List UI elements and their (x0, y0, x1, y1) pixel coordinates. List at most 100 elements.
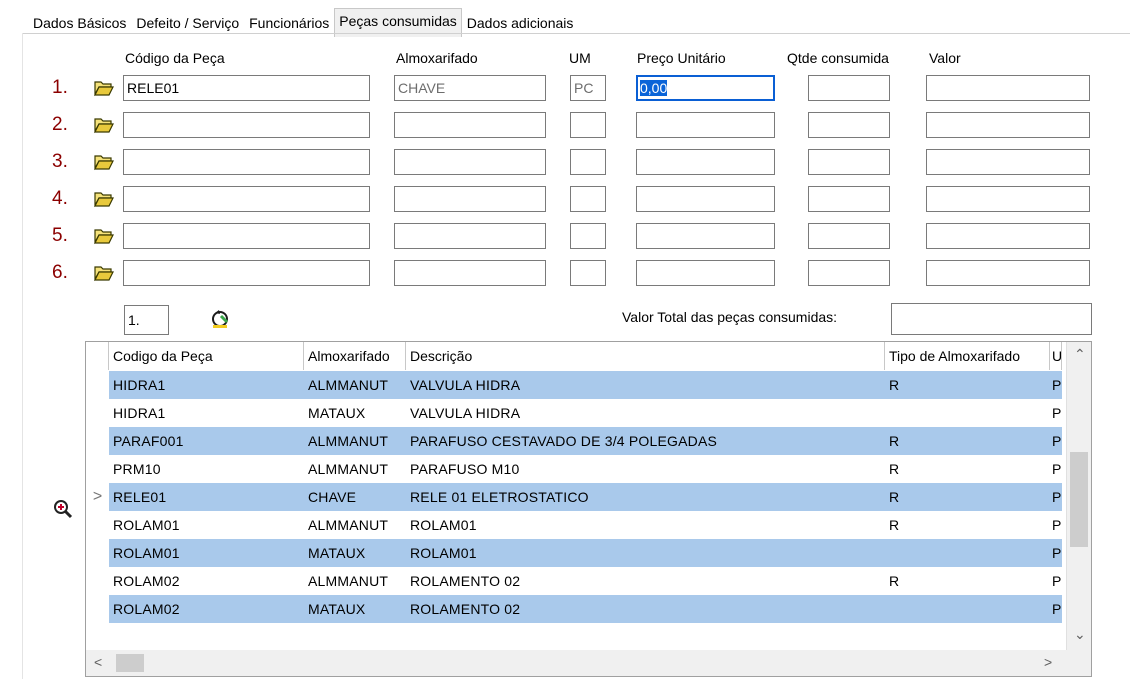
um-field[interactable] (570, 223, 606, 249)
cell-tipo: R (889, 433, 900, 449)
folder-open-icon[interactable] (93, 227, 115, 245)
um-field[interactable] (570, 186, 606, 212)
current-row-indicator: > (86, 483, 109, 511)
table-row[interactable]: > RELE01 CHAVE RELE 01 ELETROSTATICO R P (86, 483, 1062, 511)
cell-almoxarifado: ALMMANUT (308, 517, 389, 533)
qtde-consumida-field[interactable] (808, 186, 890, 212)
valor-field[interactable] (926, 75, 1090, 101)
um-field[interactable] (570, 149, 606, 175)
label-codigo-peca: Código da Peça (125, 50, 225, 66)
qtde-consumida-field[interactable] (808, 112, 890, 138)
cell-u: P (1052, 601, 1062, 617)
vertical-scroll-thumb[interactable] (1070, 452, 1088, 547)
row-indicator (86, 595, 109, 623)
preco-unitario-field[interactable] (636, 149, 775, 175)
zoom-in-icon[interactable] (52, 498, 74, 520)
refresh-icon[interactable] (208, 306, 232, 330)
codigo-peca-field[interactable] (123, 186, 370, 212)
cell-descricao: ROLAM01 (410, 545, 477, 561)
valor-field[interactable] (926, 112, 1090, 138)
preco-unitario-field[interactable] (636, 260, 775, 286)
folder-open-icon[interactable] (93, 79, 115, 97)
table-row[interactable]: ROLAM02 MATAUX ROLAMENTO 02 P (86, 595, 1062, 623)
folder-open-icon[interactable] (93, 264, 115, 282)
grid-header-descricao[interactable]: Descrição (406, 342, 885, 370)
qtde-consumida-field[interactable] (808, 149, 890, 175)
grid-header-tipo-almoxarifado[interactable]: Tipo de Almoxarifado (885, 342, 1050, 370)
qtde-consumida-field[interactable] (808, 75, 890, 101)
preco-unitario-field[interactable] (636, 186, 775, 212)
almoxarifado-field[interactable] (394, 149, 546, 175)
folder-open-icon[interactable] (93, 153, 115, 171)
preco-unitario-field[interactable]: 0,00 (636, 75, 775, 101)
cell-u: P (1052, 433, 1062, 449)
cell-tipo (885, 399, 1050, 427)
cell-almoxarifado: ALMMANUT (308, 573, 389, 589)
cell-almoxarifado: MATAUX (308, 545, 366, 561)
row-indicator (86, 539, 109, 567)
almoxarifado-field[interactable] (394, 223, 546, 249)
cell-descricao: PARAFUSO CESTAVADO DE 3/4 POLEGADAS (410, 433, 718, 449)
qtde-consumida-field[interactable] (808, 223, 890, 249)
scroll-left-arrow-icon[interactable]: < (94, 654, 102, 670)
cell-codigo: PARAF001 (113, 433, 184, 449)
cell-tipo (885, 595, 1050, 623)
valor-field[interactable] (926, 223, 1090, 249)
valor-field[interactable] (926, 260, 1090, 286)
preco-unitario-value: 0,00 (640, 80, 668, 96)
scroll-up-arrow-icon[interactable]: ⌃ (1074, 346, 1086, 363)
label-almoxarifado: Almoxarifado (396, 50, 478, 66)
table-row[interactable]: ROLAM01 MATAUX ROLAM01 P (86, 539, 1062, 567)
cell-almoxarifado: MATAUX (308, 601, 366, 617)
valor-field[interactable] (926, 186, 1090, 212)
codigo-peca-field[interactable]: RELE01 (123, 75, 370, 101)
cell-codigo: ROLAM01 (113, 545, 180, 561)
table-row[interactable]: HIDRA1 MATAUX VALVULA HIDRA P (86, 399, 1062, 427)
almoxarifado-field[interactable] (394, 260, 546, 286)
scroll-down-arrow-icon[interactable]: ⌄ (1074, 626, 1086, 643)
codigo-peca-field[interactable] (123, 112, 370, 138)
row-number: 6. (52, 262, 68, 283)
cell-tipo: R (889, 489, 900, 505)
codigo-peca-field[interactable] (123, 149, 370, 175)
folder-open-icon[interactable] (93, 190, 115, 208)
row-indicator (86, 455, 109, 483)
um-field[interactable] (570, 260, 606, 286)
um-field[interactable] (570, 112, 606, 138)
cell-u: P (1052, 517, 1062, 533)
almoxarifado-field[interactable] (394, 186, 546, 212)
scroll-right-arrow-icon[interactable]: > (1044, 654, 1052, 670)
horizontal-scrollbar[interactable]: < > (86, 650, 1091, 676)
um-field[interactable]: PC (570, 75, 606, 101)
grid-header-codigo[interactable]: Codigo da Peça (109, 342, 304, 370)
row-indicator (86, 371, 109, 399)
vertical-scrollbar[interactable]: ⌃ ⌄ (1066, 342, 1091, 650)
almoxarifado-field[interactable]: CHAVE (394, 75, 546, 101)
preco-unitario-field[interactable] (636, 112, 775, 138)
grid-header-almoxarifado[interactable]: Almoxarifado (304, 342, 406, 370)
folder-open-icon[interactable] (93, 116, 115, 134)
table-row[interactable]: ROLAM02 ALMMANUT ROLAMENTO 02 R P (86, 567, 1062, 595)
tab-divider (22, 33, 1130, 34)
table-row[interactable]: PRM10 ALMMANUT PARAFUSO M10 R P (86, 455, 1062, 483)
cell-u: P (1052, 405, 1062, 421)
almoxarifado-field[interactable] (394, 112, 546, 138)
horizontal-scroll-thumb[interactable] (116, 654, 144, 672)
table-row[interactable]: HIDRA1 ALMMANUT VALVULA HIDRA R P (86, 371, 1062, 399)
preco-unitario-field[interactable] (636, 223, 775, 249)
cell-codigo: HIDRA1 (113, 377, 166, 393)
table-row[interactable]: ROLAM01 ALMMANUT ROLAM01 R P (86, 511, 1062, 539)
grid-header-u[interactable]: U (1050, 342, 1062, 370)
qtde-consumida-field[interactable] (808, 260, 890, 286)
row-number: 1. (52, 77, 68, 98)
codigo-peca-field[interactable] (123, 260, 370, 286)
codigo-peca-field[interactable] (123, 223, 370, 249)
cell-tipo: R (889, 517, 900, 533)
valor-field[interactable] (926, 149, 1090, 175)
table-row[interactable]: PARAF001 ALMMANUT PARAFUSO CESTAVADO DE … (86, 427, 1062, 455)
tab-bar: Dados Básicos Defeito / Serviço Funcioná… (28, 8, 578, 37)
page-field[interactable]: 1. (124, 305, 169, 335)
cell-codigo: PRM10 (113, 461, 161, 477)
total-value-field[interactable] (891, 303, 1092, 335)
cell-codigo: ROLAM02 (113, 601, 180, 617)
